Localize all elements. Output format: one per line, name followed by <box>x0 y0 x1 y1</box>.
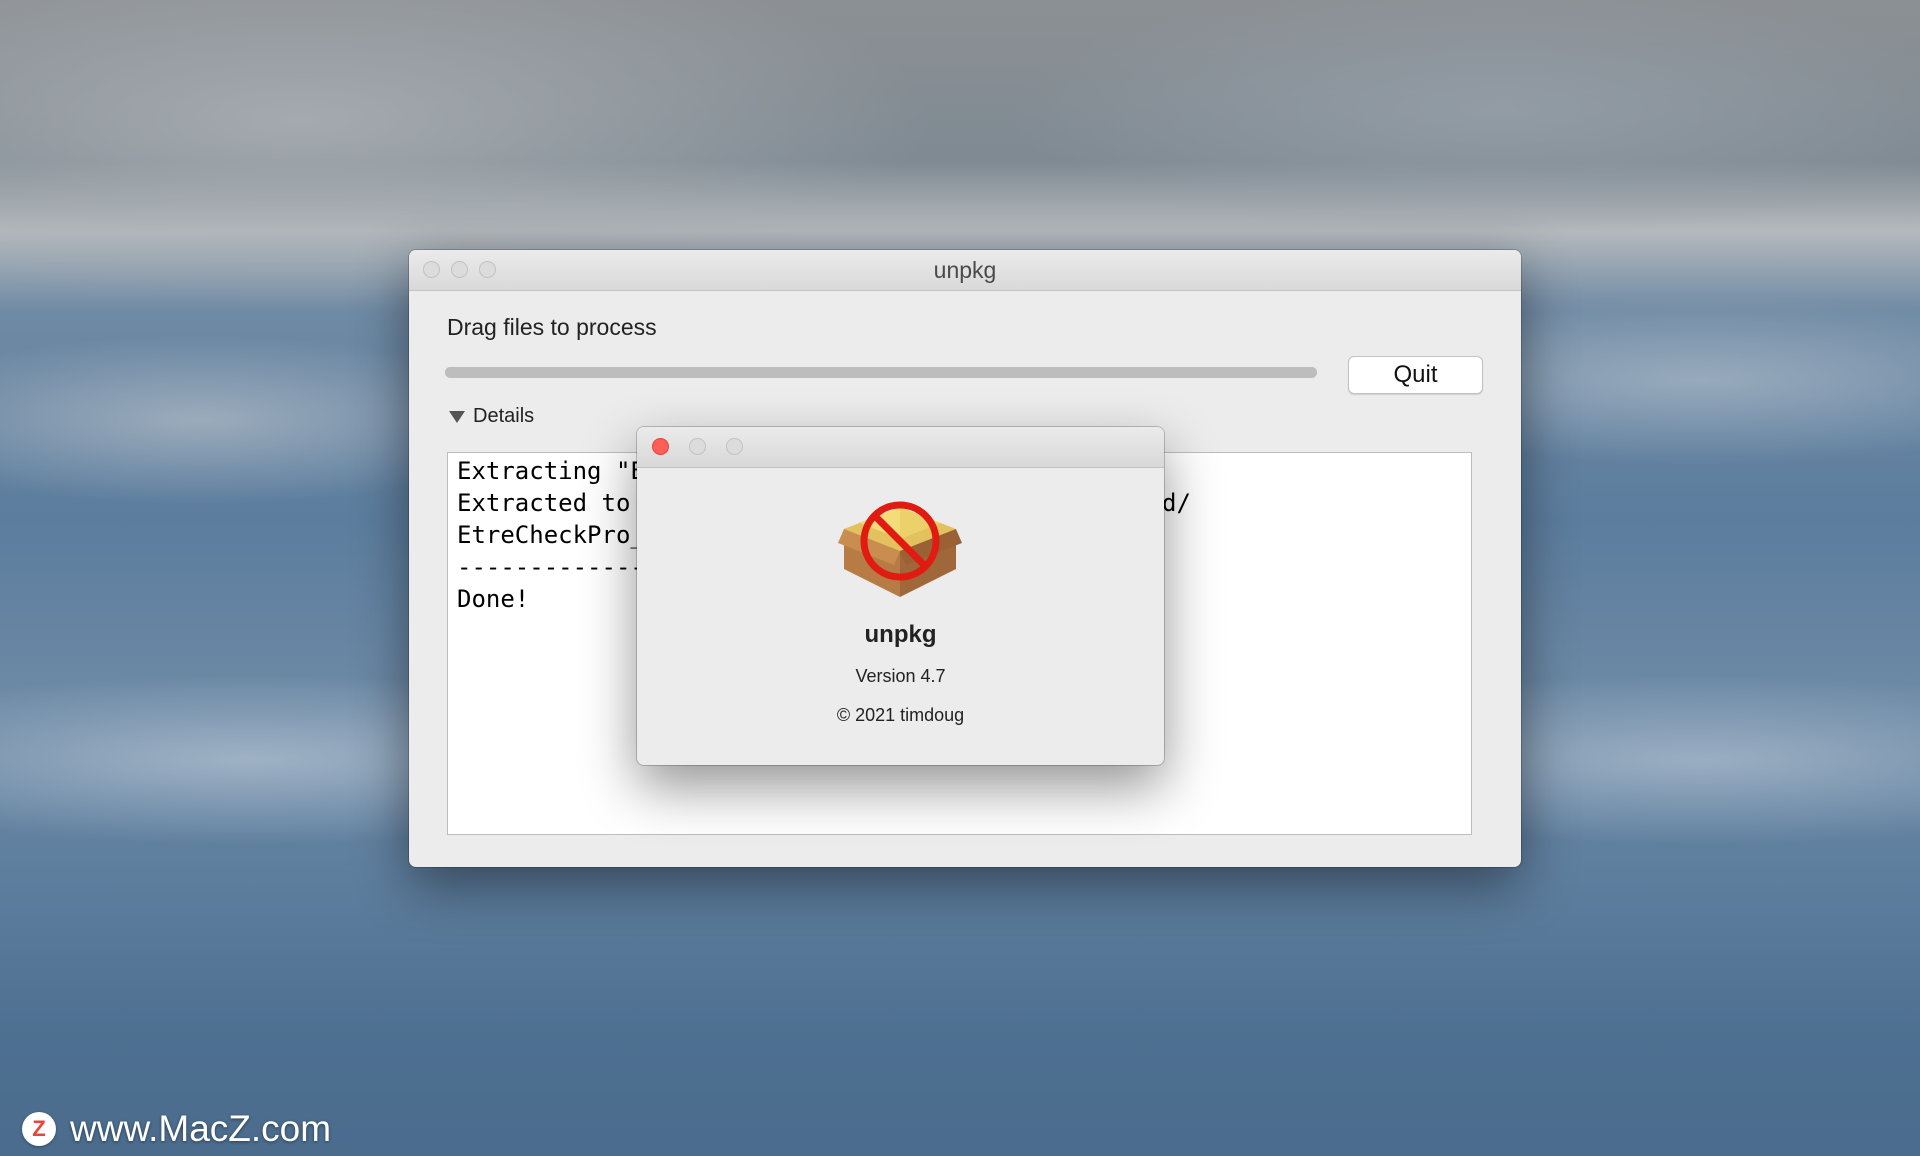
app-version: Version 4.7 <box>855 666 946 686</box>
progress-fill <box>445 367 1317 378</box>
progress-bar <box>445 367 1317 378</box>
main-window-titlebar[interactable]: unpkg <box>409 250 1521 291</box>
watermark: Z www.MacZ.com <box>22 1108 331 1150</box>
window-title: unpkg <box>933 257 997 283</box>
zoom-button[interactable] <box>726 438 743 455</box>
console-line: ------------- <box>457 553 645 581</box>
console-line: Extracting "E <box>457 457 645 485</box>
app-copyright: © 2021 timdoug <box>836 705 965 725</box>
watermark-logo-icon: Z <box>22 1112 56 1146</box>
quit-button[interactable]: Quit <box>1348 356 1483 394</box>
console-line-tail: d/ <box>1162 489 1191 517</box>
package-forbidden-icon <box>838 501 962 597</box>
close-button[interactable] <box>652 438 669 455</box>
app-name: unpkg <box>864 621 937 648</box>
drag-instruction-label: Drag files to process <box>447 314 657 340</box>
minimize-button[interactable] <box>689 438 706 455</box>
console-line: Extracted to <box>457 489 631 517</box>
about-window-titlebar[interactable] <box>637 427 1164 468</box>
console-line: Done! <box>457 585 530 613</box>
about-window: unpkg Version 4.7 © 2021 timdoug <box>637 427 1164 765</box>
details-disclosure[interactable]: Details <box>449 405 534 428</box>
console-line: EtreCheckPro_ <box>457 521 645 549</box>
details-label: Details <box>473 405 535 427</box>
watermark-logo-letter: Z <box>32 1116 46 1141</box>
watermark-text: www.MacZ.com <box>70 1108 332 1149</box>
disclosure-triangle-icon[interactable] <box>449 410 465 423</box>
